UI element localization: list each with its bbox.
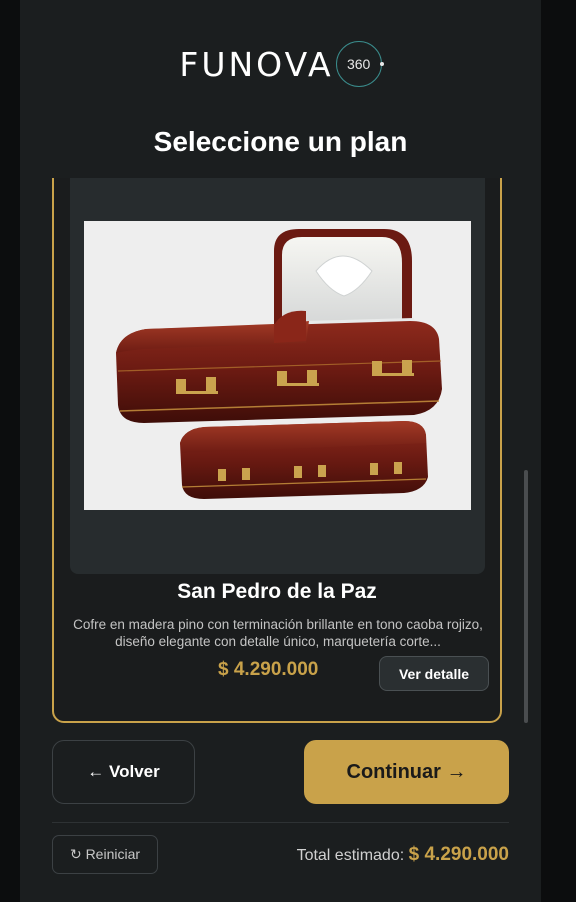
reset-button[interactable]: ↻ Reiniciar bbox=[52, 835, 158, 874]
footer-divider bbox=[52, 822, 509, 823]
casket-illustration bbox=[84, 221, 471, 510]
scrollbar-thumb[interactable] bbox=[524, 470, 528, 723]
app-panel: FUNOVA 360 Seleccione un plan San Pedro … bbox=[20, 0, 541, 902]
view-detail-button[interactable]: Ver detalle bbox=[379, 656, 489, 691]
plan-card[interactable]: San Pedro de la Paz Cofre en madera pino… bbox=[52, 178, 502, 723]
plan-list[interactable]: San Pedro de la Paz Cofre en madera pino… bbox=[52, 178, 530, 723]
plan-image-frame bbox=[70, 178, 485, 574]
brand-logo: FUNOVA 360 bbox=[20, 38, 541, 90]
total-label: Total estimado: bbox=[296, 847, 405, 864]
casket-image bbox=[84, 221, 471, 510]
plan-name: San Pedro de la Paz bbox=[177, 580, 377, 603]
page-title: Seleccione un plan bbox=[153, 126, 408, 157]
brand-suffix: 360 bbox=[335, 41, 384, 87]
continue-button[interactable]: Continuar → bbox=[304, 740, 509, 804]
total-value: $ 4.290.000 bbox=[408, 844, 509, 865]
plan-price: $ 4.290.000 bbox=[218, 659, 319, 680]
back-button[interactable]: ← Volver bbox=[52, 740, 195, 804]
estimated-total: Total estimado: $ 4.290.000 bbox=[250, 844, 509, 866]
plan-description: Cofre en madera pino con terminación bri… bbox=[73, 617, 483, 649]
brand-name: FUNOVA bbox=[179, 44, 334, 84]
plan-list-scrollbar[interactable] bbox=[524, 178, 529, 723]
